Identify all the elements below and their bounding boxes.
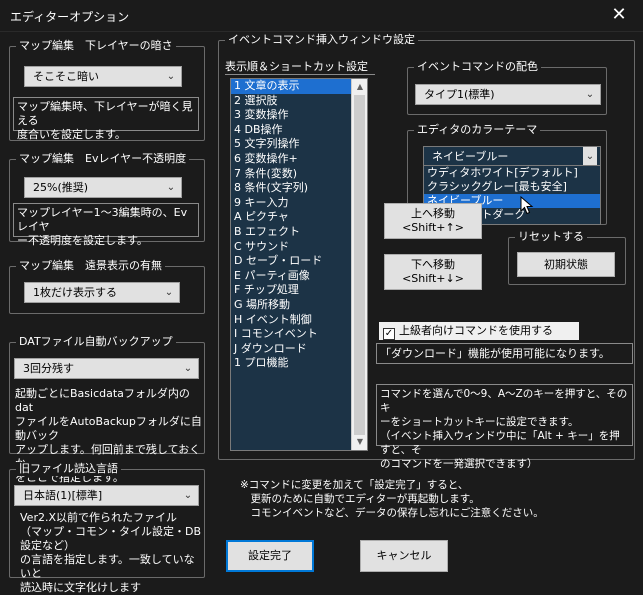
group-legend: リセットする bbox=[515, 230, 587, 244]
ev-opacity-description: マップレイヤー1～3編集時の、Evレイヤ ー不透明度を設定します。 bbox=[13, 203, 199, 247]
description-line: ー不透明度を設定します。 bbox=[17, 234, 148, 247]
description-line: ファイルをAutoBackupフォルダに自動バック bbox=[15, 415, 202, 442]
list-label: 表示順＆ショートカット設定 bbox=[225, 60, 375, 75]
chevron-down-icon: ⌄ bbox=[183, 363, 193, 374]
group-legend: マップ編集 下レイヤーの暗さ bbox=[16, 39, 176, 53]
list-item[interactable]: H イベント制御 bbox=[231, 313, 367, 328]
command-color-select[interactable]: タイプ1(標準) ⌄ bbox=[415, 84, 601, 105]
select-value: そこそこ暗い bbox=[33, 70, 99, 83]
footer-note: ※コマンドに変更を加えて「設定完了」すると、 更新のために自動でエディターが再起… bbox=[240, 478, 635, 520]
description-line: の言語を指定します。一致していないと bbox=[20, 553, 195, 580]
window-title: エディターオプション bbox=[10, 10, 130, 24]
move-up-button[interactable]: 上へ移動 <Shift+↑> bbox=[384, 203, 482, 239]
list-item[interactable]: 6 変数操作+ bbox=[231, 152, 367, 167]
group-legend: エディタのカラーテーマ bbox=[414, 123, 541, 137]
note-line: コモンイベントなど、データの保存し忘れにご注意ください。 bbox=[240, 507, 544, 519]
select-value: 日本語(1)[標準] bbox=[23, 489, 103, 502]
group-legend: マップ編集 遠景表示の有無 bbox=[16, 259, 165, 273]
distant-view-select[interactable]: 1枚だけ表示する ⌄ bbox=[24, 282, 180, 303]
chevron-down-icon: ⌄ bbox=[166, 182, 176, 193]
list-item[interactable]: G 場所移動 bbox=[231, 298, 367, 313]
editor-theme-select[interactable]: ネイビーブルー ⌄ bbox=[423, 146, 601, 167]
list-item[interactable]: 2 選択肢 bbox=[231, 94, 367, 109]
checkbox-label: 上級者向けコマンドを使用する bbox=[399, 324, 553, 337]
help-line: ーをショートカットキーに設定できます。 bbox=[380, 416, 579, 428]
cancel-button[interactable]: キャンセル bbox=[360, 540, 448, 572]
list-item[interactable]: 3 変数操作 bbox=[231, 108, 367, 123]
title-bar: エディターオプション ✕ bbox=[0, 0, 643, 32]
description-line: （マップ・コモン・タイル設定・DB設定など） bbox=[20, 525, 202, 552]
list-item[interactable]: 4 DB操作 bbox=[231, 123, 367, 138]
dropdown-option[interactable]: クラシックグレー[最も安全] bbox=[424, 180, 600, 194]
reset-button[interactable]: 初期状態 bbox=[517, 252, 615, 277]
lower-darkness-select[interactable]: そこそこ暗い ⌄ bbox=[24, 66, 182, 87]
dat-backup-select[interactable]: 3回分残す ⌄ bbox=[14, 358, 199, 379]
description-line: 起動ごとにBasicdataフォルダ内のdat bbox=[15, 387, 190, 414]
triangle-down-icon[interactable]: ▼ bbox=[352, 434, 368, 450]
list-scrollbar[interactable]: ▲ ▼ bbox=[351, 79, 367, 450]
group-legend: 旧ファイル読込言語 bbox=[16, 462, 121, 476]
description-line: 度合いを設定します。 bbox=[17, 128, 126, 141]
list-item[interactable]: D セーブ・ロード bbox=[231, 254, 367, 269]
group-legend: DATファイル自動バックアップ bbox=[16, 335, 176, 349]
list-item[interactable]: 7 条件(変数) bbox=[231, 167, 367, 182]
select-value: 25%(推奨) bbox=[33, 181, 89, 194]
group-legend: イベントコマンドの配色 bbox=[414, 60, 541, 74]
help-line: （イベント挿入ウィンドウ中に「Alt + キー」を押すと、そ bbox=[380, 430, 620, 456]
old-file-language-select[interactable]: 日本語(1)[標準] ⌄ bbox=[14, 485, 199, 506]
list-item[interactable]: F チップ処理 bbox=[231, 283, 367, 298]
scrollbar-thumb[interactable] bbox=[354, 95, 365, 435]
list-item[interactable]: 8 条件(文字列) bbox=[231, 181, 367, 196]
description-line: マップレイヤー1～3編集時の、Evレイヤ bbox=[17, 206, 188, 233]
list-item[interactable]: 5 文字列操作 bbox=[231, 137, 367, 152]
select-value: ネイビーブルー bbox=[432, 150, 509, 163]
help-line: のコマンドを一発選択できます） bbox=[380, 458, 538, 470]
description-line: 読込時に文字化けします bbox=[20, 581, 141, 594]
help-line: コマンドを選んで0～9、A～Zのキーを押すと、そのキ bbox=[380, 388, 628, 414]
list-item[interactable]: E パーティ画像 bbox=[231, 269, 367, 284]
command-order-list[interactable]: 1 文章の表示 2 選択肢 3 変数操作 4 DB操作 5 文字列操作 6 変数操作+ 7 … bbox=[230, 78, 368, 451]
dropdown-option[interactable]: ウディタホワイト[デフォルト] bbox=[424, 166, 600, 180]
description-line: マップ編集時、下レイヤーが暗く見える bbox=[17, 100, 193, 127]
chevron-down-icon: ⌄ bbox=[166, 71, 176, 82]
old-file-language-description: Ver2.X以前で作られたファイル （マップ・コモン・タイル設定・DB設定など）… bbox=[20, 511, 204, 595]
triangle-up-icon[interactable]: ▲ bbox=[352, 79, 368, 95]
advanced-commands-checkbox[interactable]: ✓ 上級者向けコマンドを使用する bbox=[379, 322, 579, 340]
ev-opacity-select[interactable]: 25%(推奨) ⌄ bbox=[24, 177, 182, 198]
mouse-cursor-icon bbox=[520, 196, 534, 215]
list-item[interactable]: B エフェクト bbox=[231, 225, 367, 240]
lower-darkness-description: マップ編集時、下レイヤーが暗く見える 度合いを設定します。 bbox=[13, 97, 199, 141]
select-value: 3回分残す bbox=[23, 362, 74, 375]
button-shortcut: <Shift+↑> bbox=[402, 221, 464, 234]
advanced-commands-status: 「ダウンロード」機能が使用可能になります。 bbox=[376, 343, 633, 364]
list-item[interactable]: 1 文章の表示 bbox=[231, 79, 367, 94]
button-label: 下へ移動 bbox=[411, 258, 455, 271]
button-shortcut: <Shift+↓> bbox=[402, 272, 464, 285]
description-line: Ver2.X以前で作られたファイル bbox=[20, 511, 177, 524]
list-item[interactable]: I コモンイベント bbox=[231, 327, 367, 342]
list-item[interactable]: 9 キー入力 bbox=[231, 196, 367, 211]
ok-button[interactable]: 設定完了 bbox=[226, 540, 314, 572]
group-legend: マップ編集 Evレイヤー不透明度 bbox=[16, 152, 190, 166]
list-item[interactable]: A ピクチャ bbox=[231, 210, 367, 225]
button-label: 上へ移動 bbox=[411, 207, 455, 220]
group-legend: イベントコマンド挿入ウィンドウ設定 bbox=[225, 33, 418, 47]
chevron-down-icon: ⌄ bbox=[583, 147, 597, 166]
select-value: タイプ1(標準) bbox=[424, 88, 495, 101]
chevron-down-icon: ⌄ bbox=[585, 89, 595, 100]
list-item[interactable]: J ダウンロード bbox=[231, 342, 367, 357]
chevron-down-icon: ⌄ bbox=[183, 490, 193, 501]
list-item[interactable]: 1 プロ機能 bbox=[231, 356, 367, 371]
note-line: 更新のために自動でエディターが再起動します。 bbox=[240, 493, 480, 505]
move-down-button[interactable]: 下へ移動 <Shift+↓> bbox=[384, 254, 482, 290]
select-value: 1枚だけ表示する bbox=[33, 286, 117, 299]
chevron-down-icon: ⌄ bbox=[164, 287, 174, 298]
close-icon[interactable]: ✕ bbox=[609, 4, 629, 25]
checkbox-check-icon[interactable]: ✓ bbox=[383, 328, 395, 340]
list-item[interactable]: C サウンド bbox=[231, 240, 367, 255]
note-line: ※コマンドに変更を加えて「設定完了」すると、 bbox=[240, 479, 469, 491]
shortcut-help: コマンドを選んで0～9、A～Zのキーを押すと、そのキ ーをショートカットキーに設… bbox=[376, 384, 633, 470]
